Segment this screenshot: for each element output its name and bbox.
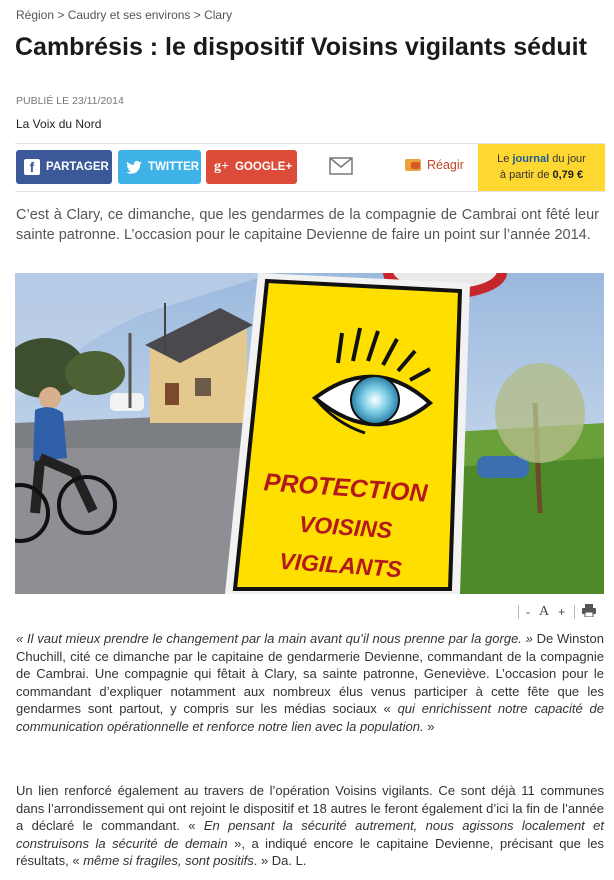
email-share-icon[interactable] xyxy=(329,157,353,180)
journal-subscribe-box[interactable]: Le journal du jour à partir de 0,79 € xyxy=(478,144,605,191)
print-icon[interactable] xyxy=(582,604,597,620)
article-title: Cambrésis : le dispositif Voisins vigila… xyxy=(15,33,587,61)
font-decrease-button[interactable]: - xyxy=(526,605,530,619)
twitter-share-label: TWITTER xyxy=(148,161,200,173)
journal-line-1: Le journal du jour xyxy=(497,153,586,165)
react-label: Réagir xyxy=(427,158,464,172)
article-paragraph-1: « Il vaut mieux prendre le changement pa… xyxy=(16,631,604,734)
facebook-icon: f xyxy=(24,159,40,175)
breadcrumb[interactable]: Région > Caudry et ses environs > Clary xyxy=(16,8,232,22)
journal-line-2: à partir de 0,79 € xyxy=(499,169,584,181)
article-source: La Voix du Nord xyxy=(16,117,102,131)
facebook-share-button[interactable]: f PARTAGER xyxy=(16,150,112,184)
article-tools: - A + xyxy=(518,604,605,620)
google-plus-share-button[interactable]: g+ GOOGLE+ xyxy=(206,150,297,184)
twitter-bird-icon xyxy=(126,160,142,174)
share-bar: f PARTAGER TWITTER g+ GOOGLE+ Réagir Le … xyxy=(15,143,605,192)
react-link[interactable]: Réagir xyxy=(405,158,464,172)
google-plus-icon: g+ xyxy=(214,159,229,174)
twitter-share-button[interactable]: TWITTER xyxy=(118,150,201,184)
tools-divider-2 xyxy=(574,605,576,619)
article-photo: PROTECTION VOISINS VIGILANTS xyxy=(15,273,604,594)
font-increase-button[interactable]: + xyxy=(558,605,565,619)
font-size-label: A xyxy=(539,604,550,619)
publish-date: PUBLIÉ LE 23/11/2014 xyxy=(16,95,124,107)
facebook-share-label: PARTAGER xyxy=(46,161,109,173)
article-intro: C’est à Clary, ce dimanche, que les gend… xyxy=(16,207,599,243)
google-plus-share-label: GOOGLE+ xyxy=(234,161,293,173)
tools-divider xyxy=(518,605,519,619)
article-paragraph-2: Un lien renforcé également au travers de… xyxy=(16,783,605,868)
comment-bubble-icon xyxy=(405,159,421,171)
